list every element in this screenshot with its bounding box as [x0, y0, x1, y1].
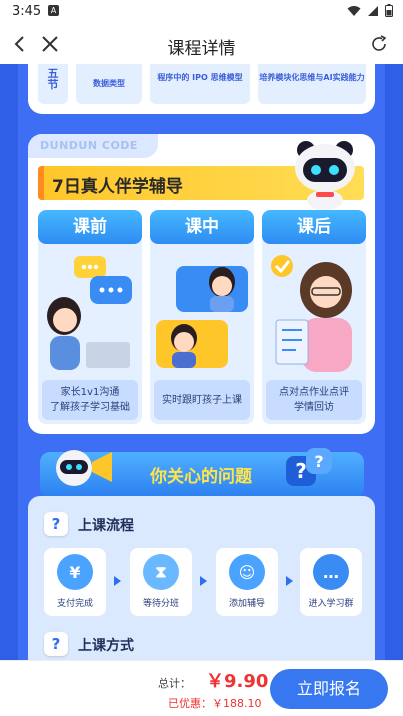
step-arrow-icon — [286, 576, 293, 586]
robot-megaphone-icon — [56, 450, 112, 486]
wifi-icon — [347, 5, 361, 16]
total-label: 总计： — [158, 677, 191, 690]
step-add-tutor: ☺ 添加辅导 — [216, 548, 278, 616]
video-call-illustration — [156, 266, 248, 368]
brand-label: DUNDUN CODE — [40, 139, 138, 152]
phase-title-after: 课后 — [262, 210, 366, 244]
phase-card-after: 课后 点对点作业点评 学情回访 — [262, 210, 366, 424]
syllabus-cell-ai: 培养模块化思维与AI实践能力 — [258, 64, 366, 104]
phase-title-during: 课中 — [150, 210, 254, 244]
step-arrow-icon — [200, 576, 207, 586]
step-join-group: … 进入学习群 — [300, 548, 362, 616]
syllabus-card: 五 节 数据类型 程序中的 IPO 思维模型 培养模块化思维与AI实践能力 — [28, 64, 375, 114]
status-time: 3:45 — [12, 4, 42, 19]
checkout-bar: 总计： ￥9.90 已优惠：￥188.10 立即报名 — [0, 660, 403, 716]
faq-panel: ? 上课流程 ¥ 支付完成 ⧗ 等待分班 ☺ 添加辅导 … 进入学习群 ? 上课… — [28, 496, 375, 660]
chat-bubble-icon: … — [313, 554, 349, 590]
side-strip-right — [385, 64, 403, 660]
yuan-icon: ¥ — [57, 554, 93, 590]
total-price: ￥9.90 — [206, 671, 269, 692]
flow-title: 上课流程 — [78, 518, 134, 534]
question-icon: ? — [44, 512, 68, 536]
enroll-button[interactable]: 立即报名 — [270, 669, 388, 709]
syllabus-cell-lesson: 五 节 — [38, 64, 68, 104]
notification-icon: A — [48, 5, 59, 16]
battery-icon — [385, 4, 393, 17]
banner-title: 7日真人伴学辅导 — [52, 177, 183, 197]
step-waiting: ⧗ 等待分班 — [130, 548, 192, 616]
course-detail-content[interactable]: 五 节 数据类型 程序中的 IPO 思维模型 培养模块化思维与AI实践能力 DU… — [0, 64, 403, 660]
side-strip-left — [0, 64, 18, 660]
step-icon-glyph: ¥ — [69, 562, 81, 582]
question-icon: ? — [44, 632, 68, 656]
phase-desc-before: 家长1v1沟通 了解孩子学习基础 — [42, 380, 138, 420]
faq-title: 你关心的问题 — [150, 467, 252, 487]
step-payment: ¥ 支付完成 — [44, 548, 106, 616]
phase-card-before: 课前 家长1v1沟通 了解孩子学习基础 — [38, 210, 142, 424]
status-bar: 3:45 A — [0, 0, 403, 24]
phase-desc-during: 实时跟盯孩子上课 — [154, 380, 250, 420]
step-icon-glyph: … — [323, 562, 339, 582]
step-label: 支付完成 — [56, 599, 93, 609]
tutor-panel: DUNDUN CODE 7日真人伴学辅导 课前 家长1v1沟通 了解孩子学习基础… — [28, 134, 375, 434]
svg-text:?: ? — [314, 452, 323, 471]
question-bubble-icon: ? ? — [286, 448, 332, 486]
phase-title-before: 课前 — [38, 210, 142, 244]
banner-accent — [38, 166, 44, 200]
panda-robot-mascot — [295, 141, 355, 210]
step-label: 添加辅导 — [228, 599, 265, 609]
teacher-review-illustration — [271, 255, 352, 372]
svg-text:?: ? — [295, 459, 307, 483]
phase-desc-after: 点对点作业点评 学情回访 — [266, 380, 362, 420]
signal-icon — [368, 5, 378, 16]
step-arrow-icon — [114, 576, 121, 586]
method-title: 上课方式 — [78, 638, 134, 654]
nav-bar: 课程详情 — [0, 24, 403, 64]
hourglass-icon: ⧗ — [143, 554, 179, 590]
discount-text: 已优惠：￥188.10 — [168, 697, 262, 710]
syllabus-cell-ipo: 程序中的 IPO 思维模型 — [150, 64, 250, 104]
step-label: 进入学习群 — [308, 599, 354, 609]
step-icon-glyph: ⧗ — [155, 562, 167, 581]
headset-icon: ☺ — [229, 554, 265, 590]
step-label: 等待分班 — [142, 599, 179, 609]
phase-card-during: 课中 实时跟盯孩子上课 — [150, 210, 254, 424]
tutor-headset-illustration — [47, 256, 132, 370]
page-title: 课程详情 — [167, 39, 236, 59]
refresh-icon[interactable] — [369, 34, 389, 54]
status-icons — [347, 4, 393, 17]
syllabus-cell-datatype: 数据类型 — [76, 64, 142, 104]
step-icon-glyph: ☺ — [238, 562, 256, 582]
faq-header: 你关心的问题 ? ? — [40, 448, 364, 498]
